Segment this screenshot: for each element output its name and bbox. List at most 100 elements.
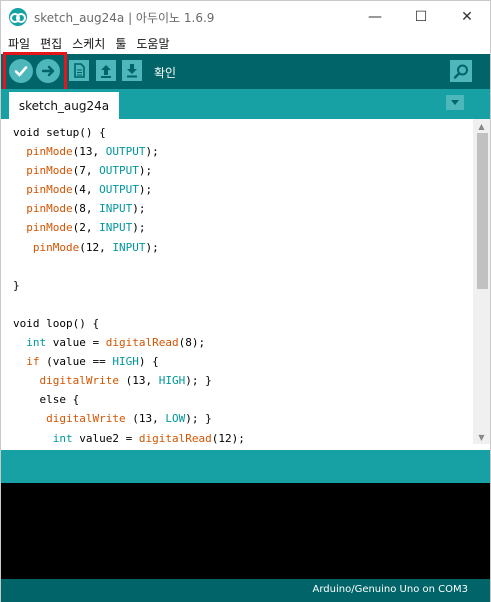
- menu-bar: 파일 편집 스케치 툴 도움말: [1, 33, 490, 54]
- serial-monitor-button[interactable]: [450, 60, 472, 82]
- save-button[interactable]: [122, 60, 142, 81]
- menu-sketch[interactable]: 스케치: [72, 35, 105, 52]
- close-icon: ✕: [461, 9, 473, 25]
- code-token: value =: [46, 336, 106, 350]
- file-icon: [74, 63, 85, 78]
- code-line[interactable]: pinMode(8, INPUT);: [13, 199, 245, 218]
- code-line[interactable]: pinMode(7, OUTPUT);: [13, 161, 245, 180]
- code-token-const: INPUT: [112, 240, 146, 254]
- tab-sketch[interactable]: sketch_aug24a: [9, 92, 119, 119]
- code-token: (13,: [118, 374, 159, 388]
- menu-tools[interactable]: 툴: [115, 35, 126, 52]
- code-token-fn: digitalWrite: [46, 412, 126, 426]
- code-token-const: INPUT: [99, 221, 133, 235]
- code-token: ); }: [185, 374, 212, 388]
- window-title: sketch_aug24a | 아두이노 1.6.9: [34, 10, 215, 25]
- code-token: );: [138, 164, 153, 178]
- code-token-const: OUTPUT: [99, 183, 139, 197]
- code-token: ) {: [138, 355, 159, 369]
- code-token: (4,: [72, 183, 100, 197]
- chevron-down-icon: [451, 100, 459, 105]
- code-line[interactable]: digitalWrite (13, HIGH); }: [13, 371, 245, 390]
- code-token: );: [138, 183, 153, 197]
- minimize-icon: —: [368, 9, 382, 25]
- scroll-thumb[interactable]: [477, 133, 488, 289]
- status-bar: Arduino/Genuino Uno on COM3: [1, 579, 490, 602]
- ide-window: sketch_aug24a | 아두이노 1.6.9 — ☐ ✕ 파일 편집 스…: [0, 0, 491, 602]
- code-token: );: [132, 221, 146, 235]
- code-token-fn: pinMode: [26, 221, 73, 235]
- code-line[interactable]: void setup() {: [13, 123, 245, 142]
- editor-scrollbar[interactable]: ▲ ▼: [473, 119, 490, 444]
- code-token-type: int: [26, 336, 47, 350]
- code-token: (13,: [125, 412, 166, 426]
- code-token: value2 =: [72, 431, 139, 445]
- code-token-fn: pinMode: [26, 164, 73, 178]
- code-line[interactable]: void loop() {: [13, 314, 245, 333]
- code-token: );: [145, 240, 159, 254]
- menu-file[interactable]: 파일: [8, 35, 30, 52]
- code-token: (13,: [72, 145, 106, 159]
- open-button[interactable]: [96, 60, 116, 81]
- code-line[interactable]: digitalWrite (13, LOW); }: [13, 409, 245, 428]
- code-line[interactable]: pinMode(12, INPUT);: [13, 238, 245, 257]
- code-token-const: INPUT: [99, 202, 133, 216]
- code-line[interactable]: int value2 = digitalRead(12);: [13, 429, 245, 445]
- menu-edit[interactable]: 편집: [40, 35, 62, 52]
- code-line[interactable]: int value = digitalRead(8);: [13, 333, 245, 352]
- board-port-label: Arduino/Genuino Uno on COM3: [312, 584, 469, 595]
- close-button[interactable]: ✕: [444, 1, 490, 33]
- code-line[interactable]: [13, 295, 245, 314]
- maximize-button[interactable]: ☐: [398, 1, 444, 33]
- code-token: ); }: [185, 412, 212, 426]
- code-line[interactable]: }: [13, 276, 245, 295]
- menu-help[interactable]: 도움말: [136, 35, 169, 52]
- code-token: );: [145, 145, 159, 159]
- maximize-icon: ☐: [414, 9, 428, 25]
- console-header: [1, 450, 490, 483]
- title-bar: sketch_aug24a | 아두이노 1.6.9 — ☐ ✕: [1, 1, 490, 33]
- code-line[interactable]: else {: [13, 390, 245, 409]
- tab-bar: sketch_aug24a: [1, 89, 490, 119]
- scroll-down-icon[interactable]: ▼: [473, 430, 490, 444]
- scroll-up-icon[interactable]: ▲: [473, 119, 490, 133]
- code-token: (7,: [72, 164, 100, 178]
- code-token-const: OUTPUT: [105, 145, 146, 159]
- code-token: void setup() {: [13, 126, 106, 139]
- code-line[interactable]: pinMode(13, OUTPUT);: [13, 142, 245, 161]
- code-token: (2,: [72, 221, 100, 235]
- code-token-fn: digitalWrite: [39, 374, 119, 388]
- code-token-const: LOW: [165, 412, 186, 426]
- code-text[interactable]: void setup() { pinMode(13, OUTPUT); pinM…: [13, 123, 245, 444]
- code-token-const: OUTPUT: [99, 164, 139, 178]
- new-sketch-button[interactable]: [69, 60, 89, 81]
- code-token: (12,: [79, 240, 113, 254]
- toolbar-highlight-box: [3, 52, 67, 94]
- code-line[interactable]: if (value == HIGH) {: [13, 352, 245, 371]
- code-token-const: HIGH: [112, 355, 139, 369]
- code-token-fn: digitalRead: [138, 431, 212, 445]
- window-controls: — ☐ ✕: [352, 1, 490, 33]
- code-token: (12);: [211, 431, 245, 445]
- code-line[interactable]: pinMode(4, OUTPUT);: [13, 180, 245, 199]
- code-token-fn: pinMode: [26, 183, 73, 197]
- code-token: }: [13, 278, 20, 292]
- magnifier-icon: [453, 64, 468, 79]
- code-token: );: [132, 202, 146, 216]
- arrow-down-icon: [127, 64, 137, 78]
- code-token-fn: pinMode: [26, 202, 73, 216]
- console-output[interactable]: [1, 483, 490, 579]
- minimize-button[interactable]: —: [352, 1, 398, 33]
- code-line[interactable]: [13, 257, 245, 276]
- arduino-logo-icon: [9, 8, 27, 26]
- code-line[interactable]: pinMode(2, INPUT);: [13, 218, 245, 237]
- code-editor[interactable]: void setup() { pinMode(13, OUTPUT); pinM…: [1, 119, 490, 444]
- tab-menu-button[interactable]: [446, 95, 464, 110]
